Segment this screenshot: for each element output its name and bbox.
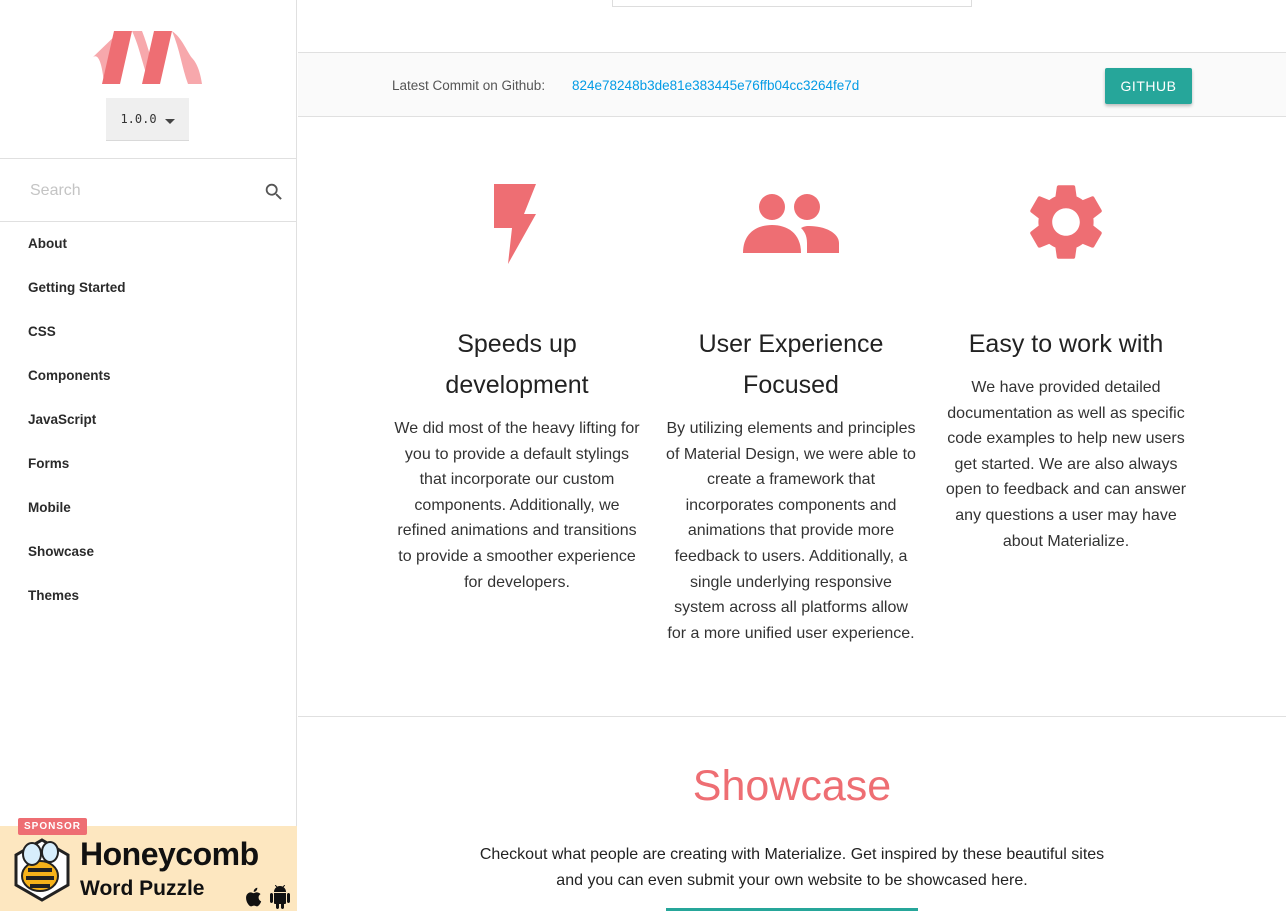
search-icon[interactable] <box>263 181 285 203</box>
feature-text: We have provided detailed documentation … <box>945 379 1187 550</box>
sponsor-subtitle: Word Puzzle <box>80 877 205 900</box>
sidebar-item-forms[interactable]: Forms <box>0 442 296 486</box>
commit-bar: Latest Commit on Github: 824e78248b3de81… <box>298 52 1286 117</box>
search-bar <box>0 158 296 222</box>
sidebar-nav: About Getting Started CSS Components Jav… <box>0 222 296 618</box>
sidebar-item-javascript[interactable]: JavaScript <box>0 398 296 442</box>
apple-icon <box>246 887 262 907</box>
flash-icon <box>494 184 536 264</box>
github-button[interactable]: GITHUB <box>1105 68 1192 104</box>
sidebar-item-about[interactable]: About <box>0 222 296 266</box>
version-label: 1.0.0 <box>120 112 157 126</box>
feature-ux: User Experience Focused By utilizing ele… <box>666 172 916 646</box>
group-icon <box>743 194 839 253</box>
sidebar-item-showcase[interactable]: Showcase <box>0 530 296 574</box>
search-input[interactable] <box>28 173 252 209</box>
sidebar-item-components[interactable]: Components <box>0 354 296 398</box>
feature-title: User Experience Focused <box>698 330 884 399</box>
sponsor-banner[interactable]: Honeycomb Word Puzzle <box>0 826 297 911</box>
bee-icon <box>14 838 70 902</box>
sponsor-title: Honeycomb <box>80 836 259 872</box>
sidebar-item-getting-started[interactable]: Getting Started <box>0 266 296 310</box>
section-divider <box>298 716 1286 717</box>
sidebar-item-css[interactable]: CSS <box>0 310 296 354</box>
caret-down-icon <box>164 118 175 124</box>
feature-easy: Easy to work with We have provided detai… <box>941 172 1191 554</box>
settings-icon <box>1030 185 1102 259</box>
feature-text: By utilizing elements and principles of … <box>666 420 916 642</box>
feature-title: Easy to work with <box>968 330 1164 358</box>
sidebar: 1.0.0 About Getting Started CSS Componen… <box>0 0 297 911</box>
feature-text: We did most of the heavy lifting for you… <box>394 420 640 591</box>
materialize-logo[interactable] <box>88 28 206 88</box>
commit-hash-link[interactable]: 824e78248b3de81e383445e76ffb04cc3264fe7d <box>572 78 859 93</box>
sponsor-ad[interactable]: SPONSOR Honeycomb Word Puzzle <box>0 818 297 911</box>
sidebar-item-mobile[interactable]: Mobile <box>0 486 296 530</box>
sidebar-item-themes[interactable]: Themes <box>0 574 296 618</box>
feature-speed: Speeds up development We did most of the… <box>392 172 642 595</box>
showcase-title: Showcase <box>692 762 892 810</box>
code-box-edge <box>612 0 972 7</box>
sponsor-badge: SPONSOR <box>18 818 88 835</box>
main-content: Latest Commit on Github: 824e78248b3de81… <box>298 0 1288 911</box>
feature-title: Speeds up development <box>445 330 589 399</box>
commit-label: Latest Commit on Github: <box>392 78 546 93</box>
android-icon <box>270 885 290 909</box>
version-dropdown[interactable]: 1.0.0 <box>106 98 189 141</box>
showcase-text: Checkout what people are creating with M… <box>479 846 1105 889</box>
